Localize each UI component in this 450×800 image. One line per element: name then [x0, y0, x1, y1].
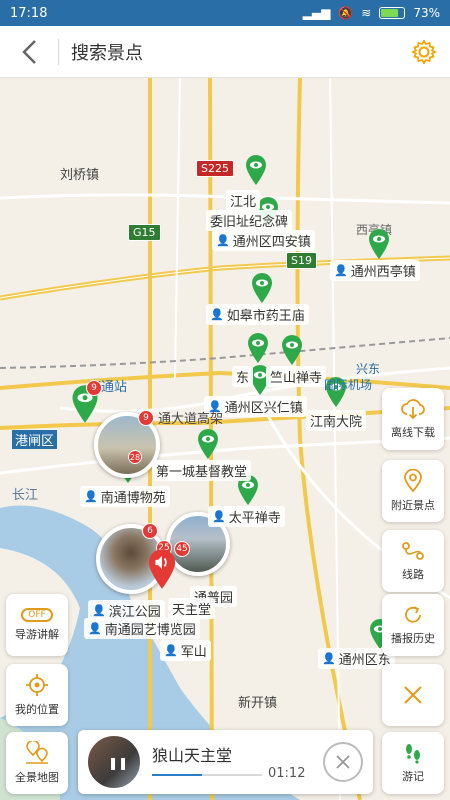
location-pin-icon — [404, 469, 422, 493]
airport-label: 兴东 — [356, 362, 381, 376]
guide-narration-label: 导游讲解 — [15, 628, 59, 641]
pause-icon[interactable]: ❚❚ — [108, 756, 128, 770]
travel-notes-button[interactable]: 游记 — [382, 732, 444, 794]
poi-label[interactable]: 竺山禅寺 — [266, 366, 327, 387]
poi-label[interactable]: 东 — [232, 366, 254, 387]
audio-player: ❚❚ 狼山天主堂 01:12 — [78, 730, 373, 794]
guide-narration-button[interactable]: OFF 导游讲解 — [6, 594, 68, 656]
road-shield: G15 — [128, 224, 161, 241]
airport-label: 国际机场 — [324, 378, 373, 392]
scenic-marker[interactable] — [246, 332, 270, 364]
full-map-label: 全景地图 — [15, 771, 59, 784]
person-icon: 👤 — [88, 622, 102, 635]
footprints-icon — [406, 744, 420, 764]
poi-label[interactable]: 👤 军山 — [160, 640, 211, 661]
nearby-spots-button[interactable]: 附近景点 — [382, 460, 444, 522]
poi-label[interactable]: 👤 太平禅寺 — [208, 506, 285, 527]
poi-label[interactable]: 天主堂 — [168, 598, 216, 619]
person-icon: 👤 — [216, 234, 230, 247]
gear-icon — [411, 38, 437, 65]
poi-label[interactable]: 江北 — [226, 190, 261, 211]
person-icon: 👤 — [84, 490, 98, 503]
person-icon: 👤 — [334, 264, 348, 277]
person-icon: 👤 — [92, 604, 106, 617]
close-icon — [404, 686, 422, 704]
cloud-download-icon — [401, 399, 425, 420]
signal-icon: ▂▄▆ — [302, 6, 331, 20]
scenic-marker[interactable] — [196, 428, 220, 460]
poi-label[interactable]: 👤 通州区四安镇 — [212, 230, 315, 251]
poi-label[interactable]: 江南大院 — [306, 410, 367, 431]
mute-icon: 🔕 — [338, 6, 354, 20]
scenic-marker[interactable] — [244, 154, 268, 186]
town-label: 新开镇 — [238, 696, 278, 711]
battery-icon — [379, 7, 406, 19]
nearby-spots-label: 附近景点 — [391, 499, 435, 512]
player-progress-fill — [152, 774, 202, 776]
battery-level: 73% — [413, 6, 440, 20]
broadcast-history-label: 播报历史 — [391, 632, 435, 645]
person-icon: 👤 — [164, 644, 178, 657]
crosshair-icon — [26, 674, 48, 696]
chevron-left-icon — [22, 39, 36, 64]
status-icons: ▂▄▆ 🔕 ≋ 73% — [303, 6, 440, 20]
poi-label[interactable]: 委旧址纪念碑 — [206, 210, 293, 231]
status-time: 17:18 — [10, 5, 48, 21]
poi-label[interactable]: 👤 如皋市药王庙 — [206, 304, 309, 325]
player-time: 01:12 — [268, 766, 306, 781]
town-label: 刘桥镇 — [60, 168, 100, 183]
poi-label[interactable]: 👤 通州西亭镇 — [330, 260, 420, 281]
cluster-count-badge: 9 — [86, 380, 102, 396]
player-close-button[interactable] — [323, 742, 363, 782]
back-button[interactable] — [0, 26, 58, 78]
route-label: 线路 — [402, 568, 424, 581]
district-label: 港闸区 — [12, 430, 58, 449]
scenic-marker[interactable] — [250, 272, 274, 304]
settings-button[interactable] — [398, 26, 450, 78]
route-icon — [402, 542, 424, 560]
header-bar: 搜索景点 — [0, 26, 450, 78]
road-label: 通大道高架 — [158, 412, 224, 427]
cluster-count-badge: 6 — [142, 523, 158, 539]
road-shield: S19 — [286, 252, 317, 269]
scenic-marker[interactable] — [367, 228, 391, 260]
person-icon: 👤 — [322, 652, 336, 665]
my-location-label: 我的位置 — [15, 703, 59, 716]
poi-label[interactable]: 👤 南通博物苑 — [80, 486, 170, 507]
active-scenic-marker[interactable] — [146, 548, 178, 590]
my-location-button[interactable]: 我的位置 — [6, 664, 68, 726]
cluster-count-badge: 9 — [138, 410, 154, 426]
page-title: 搜索景点 — [71, 42, 143, 64]
travel-notes-label: 游记 — [402, 770, 424, 783]
road-shield: S225 — [196, 160, 234, 177]
offline-download-button[interactable]: 离线下载 — [382, 388, 444, 450]
cluster-count-badge: 28 — [128, 450, 142, 464]
guide-toggle-switch[interactable]: OFF — [21, 608, 53, 622]
person-icon: 👤 — [212, 510, 226, 523]
status-bar: 17:18 ▂▄▆ 🔕 ≋ 73% — [0, 0, 450, 26]
close-icon — [336, 755, 350, 769]
full-map-button[interactable]: 全景地图 — [6, 732, 68, 794]
poi-label[interactable]: 第一城基督教堂 — [152, 460, 252, 481]
offline-download-label: 离线下载 — [391, 426, 435, 439]
route-button[interactable]: 线路 — [382, 530, 444, 592]
broadcast-history-button[interactable]: 播报历史 — [382, 594, 444, 656]
player-track-name: 狼山天主堂 — [152, 746, 233, 765]
poi-label[interactable]: 👤 南通园艺博览园 — [84, 618, 200, 639]
map-pins-icon — [26, 741, 48, 764]
refresh-icon — [405, 606, 421, 623]
water-label: 长江 — [12, 488, 39, 503]
person-icon: 👤 — [210, 308, 224, 321]
close-panel-button[interactable] — [382, 664, 444, 726]
scenic-marker[interactable] — [280, 334, 304, 366]
wifi-icon: ≋ — [361, 6, 372, 20]
player-progress-bar[interactable] — [152, 774, 262, 776]
